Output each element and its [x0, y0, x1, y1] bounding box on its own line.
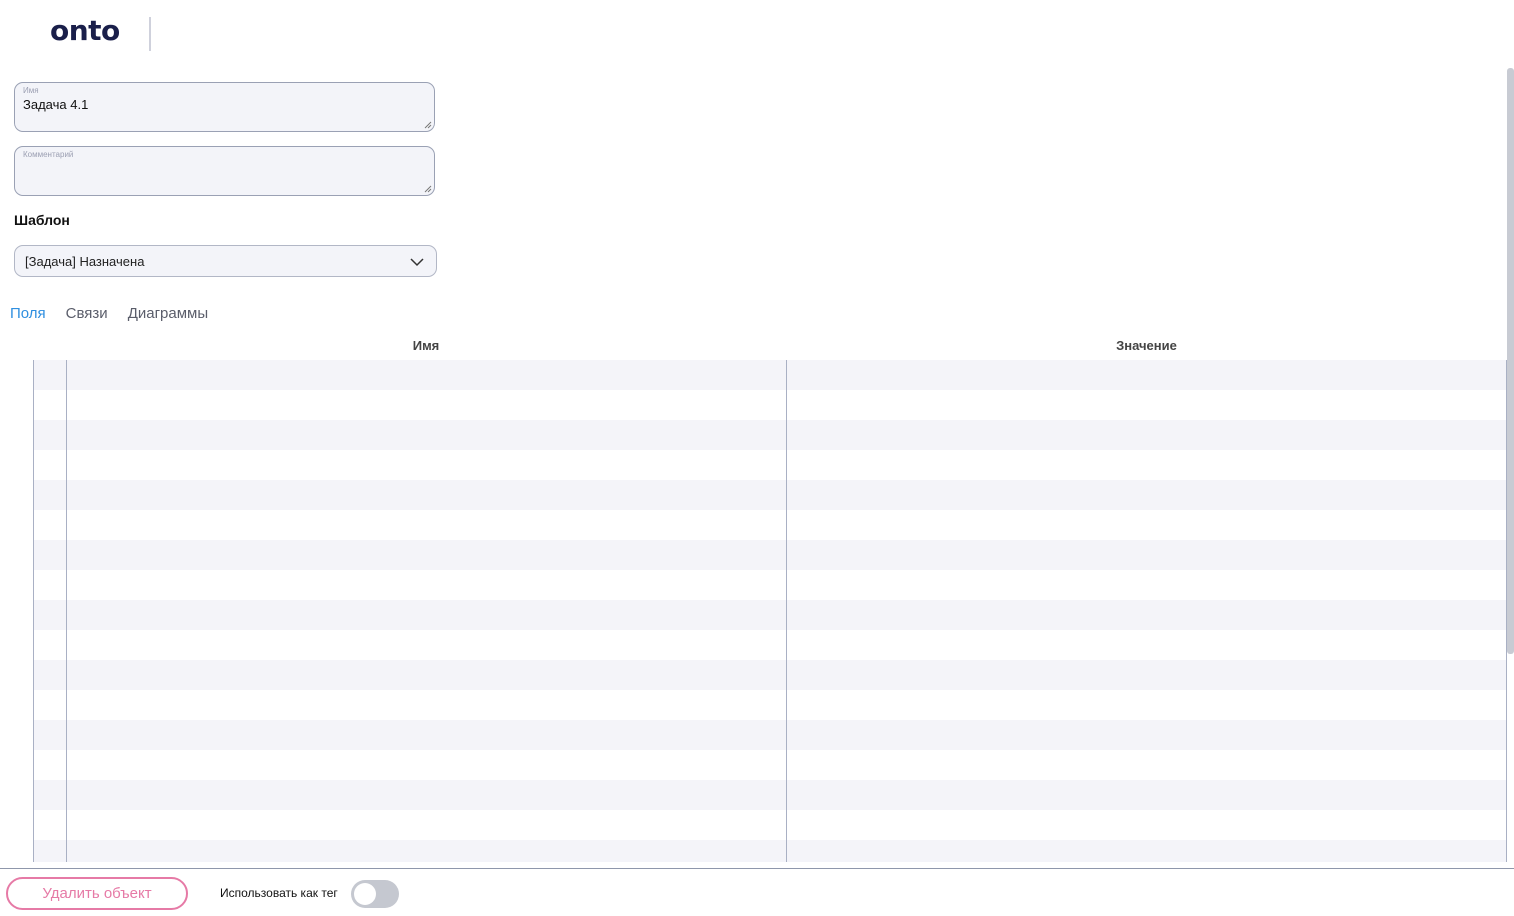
chevron-down-icon[interactable] — [410, 257, 424, 267]
object-editor: onto Имя Задача 4.1 Комментарий Шаблон [… — [0, 0, 1514, 916]
table-row[interactable] — [34, 840, 1506, 862]
table-row[interactable] — [34, 570, 1506, 600]
use-as-tag-toggle[interactable] — [351, 880, 399, 908]
table-row[interactable] — [34, 750, 1506, 780]
tab-bar: Поля Связи Диаграммы — [10, 305, 208, 322]
toggle-knob — [354, 883, 376, 905]
name-field[interactable]: Имя Задача 4.1 — [14, 82, 435, 132]
column-header-name[interactable]: Имя — [66, 338, 786, 353]
name-field-label: Имя — [23, 86, 39, 95]
table-row[interactable] — [34, 540, 1506, 570]
table-row[interactable] — [34, 510, 1506, 540]
tab-fields[interactable]: Поля — [10, 305, 46, 322]
table-row[interactable] — [34, 390, 1506, 420]
template-label: Шаблон — [14, 212, 70, 228]
table-row[interactable] — [34, 660, 1506, 690]
use-as-tag-label: Использовать как тег — [220, 886, 338, 900]
header-divider — [149, 17, 151, 51]
footer-bar: Удалить объект Использовать как тег — [0, 868, 1514, 916]
fields-table — [33, 360, 1507, 862]
comment-field-label: Комментарий — [23, 150, 74, 159]
comment-field[interactable]: Комментарий — [14, 146, 435, 196]
table-row[interactable] — [34, 450, 1506, 480]
table-row[interactable] — [34, 720, 1506, 750]
table-row[interactable] — [34, 810, 1506, 840]
table-row[interactable] — [34, 780, 1506, 810]
tab-links[interactable]: Связи — [66, 305, 108, 322]
template-select-value: [Задача] Назначена — [25, 254, 145, 269]
table-row[interactable] — [34, 600, 1506, 630]
vertical-scrollbar[interactable] — [1507, 68, 1514, 654]
column-divider — [66, 360, 67, 862]
column-header-value[interactable]: Значение — [786, 338, 1507, 353]
resize-grip-icon[interactable] — [424, 185, 432, 193]
table-header: Имя Значение — [66, 336, 1507, 360]
template-select[interactable]: [Задача] Назначена — [14, 245, 437, 277]
name-field-value[interactable]: Задача 4.1 — [23, 97, 88, 112]
table-row[interactable] — [34, 360, 1506, 390]
table-row[interactable] — [34, 630, 1506, 660]
resize-grip-icon[interactable] — [424, 121, 432, 129]
tab-diagrams[interactable]: Диаграммы — [128, 305, 208, 322]
table-row[interactable] — [34, 480, 1506, 510]
logo: onto — [50, 14, 120, 47]
table-row[interactable] — [34, 420, 1506, 450]
delete-object-button[interactable]: Удалить объект — [6, 877, 188, 910]
column-divider[interactable] — [786, 360, 787, 862]
table-row[interactable] — [34, 690, 1506, 720]
